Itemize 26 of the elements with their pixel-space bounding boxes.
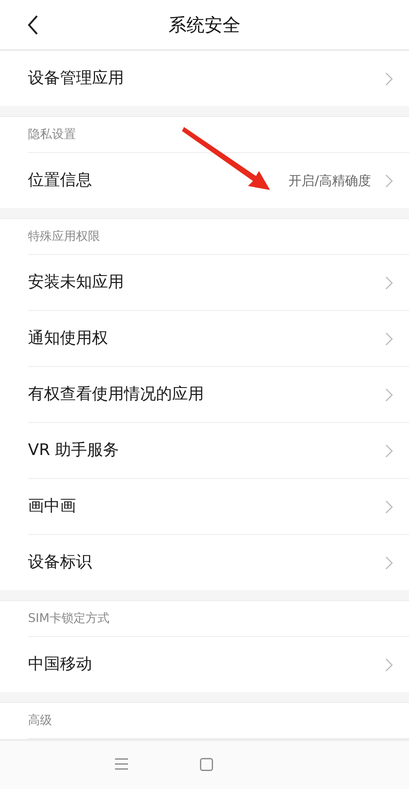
chevron-icon [385,444,393,458]
section-heading: SIM卡锁定方式 [28,610,110,628]
chevron-icon [385,388,393,402]
settings-row[interactable]: 设备标识 [28,535,409,590]
chevron-icon [385,332,393,346]
settings-row[interactable]: VR 助手服务 [28,423,409,480]
section-heading: 高级 [28,712,52,730]
settings-row[interactable]: 有权查看使用情况的应用 [28,367,409,424]
settings-row[interactable]: 通知使用权 [28,311,409,368]
page-title: 系统安全 [168,14,240,37]
settings-row[interactable]: 画中画 [28,479,409,536]
chevron-icon [385,500,393,514]
section-heading: 隐私设置 [28,126,76,144]
back-icon[interactable] [27,15,39,35]
settings-row[interactable]: 安装未知应用 [28,255,409,312]
menu-icon[interactable] [115,758,128,770]
chevron-icon [385,276,393,290]
home-icon[interactable] [200,758,213,772]
section-heading: 特殊应用权限 [28,228,100,246]
settings-row[interactable]: 中国移动 [28,637,409,692]
settings-row[interactable]: 位置信息 开启/高精确度 [28,153,409,208]
chevron-icon [385,556,393,570]
chevron-icon [385,174,393,188]
chevron-icon [385,72,393,86]
setting-value: 开启/高精确度 [288,172,371,190]
chevron-icon [385,658,393,672]
